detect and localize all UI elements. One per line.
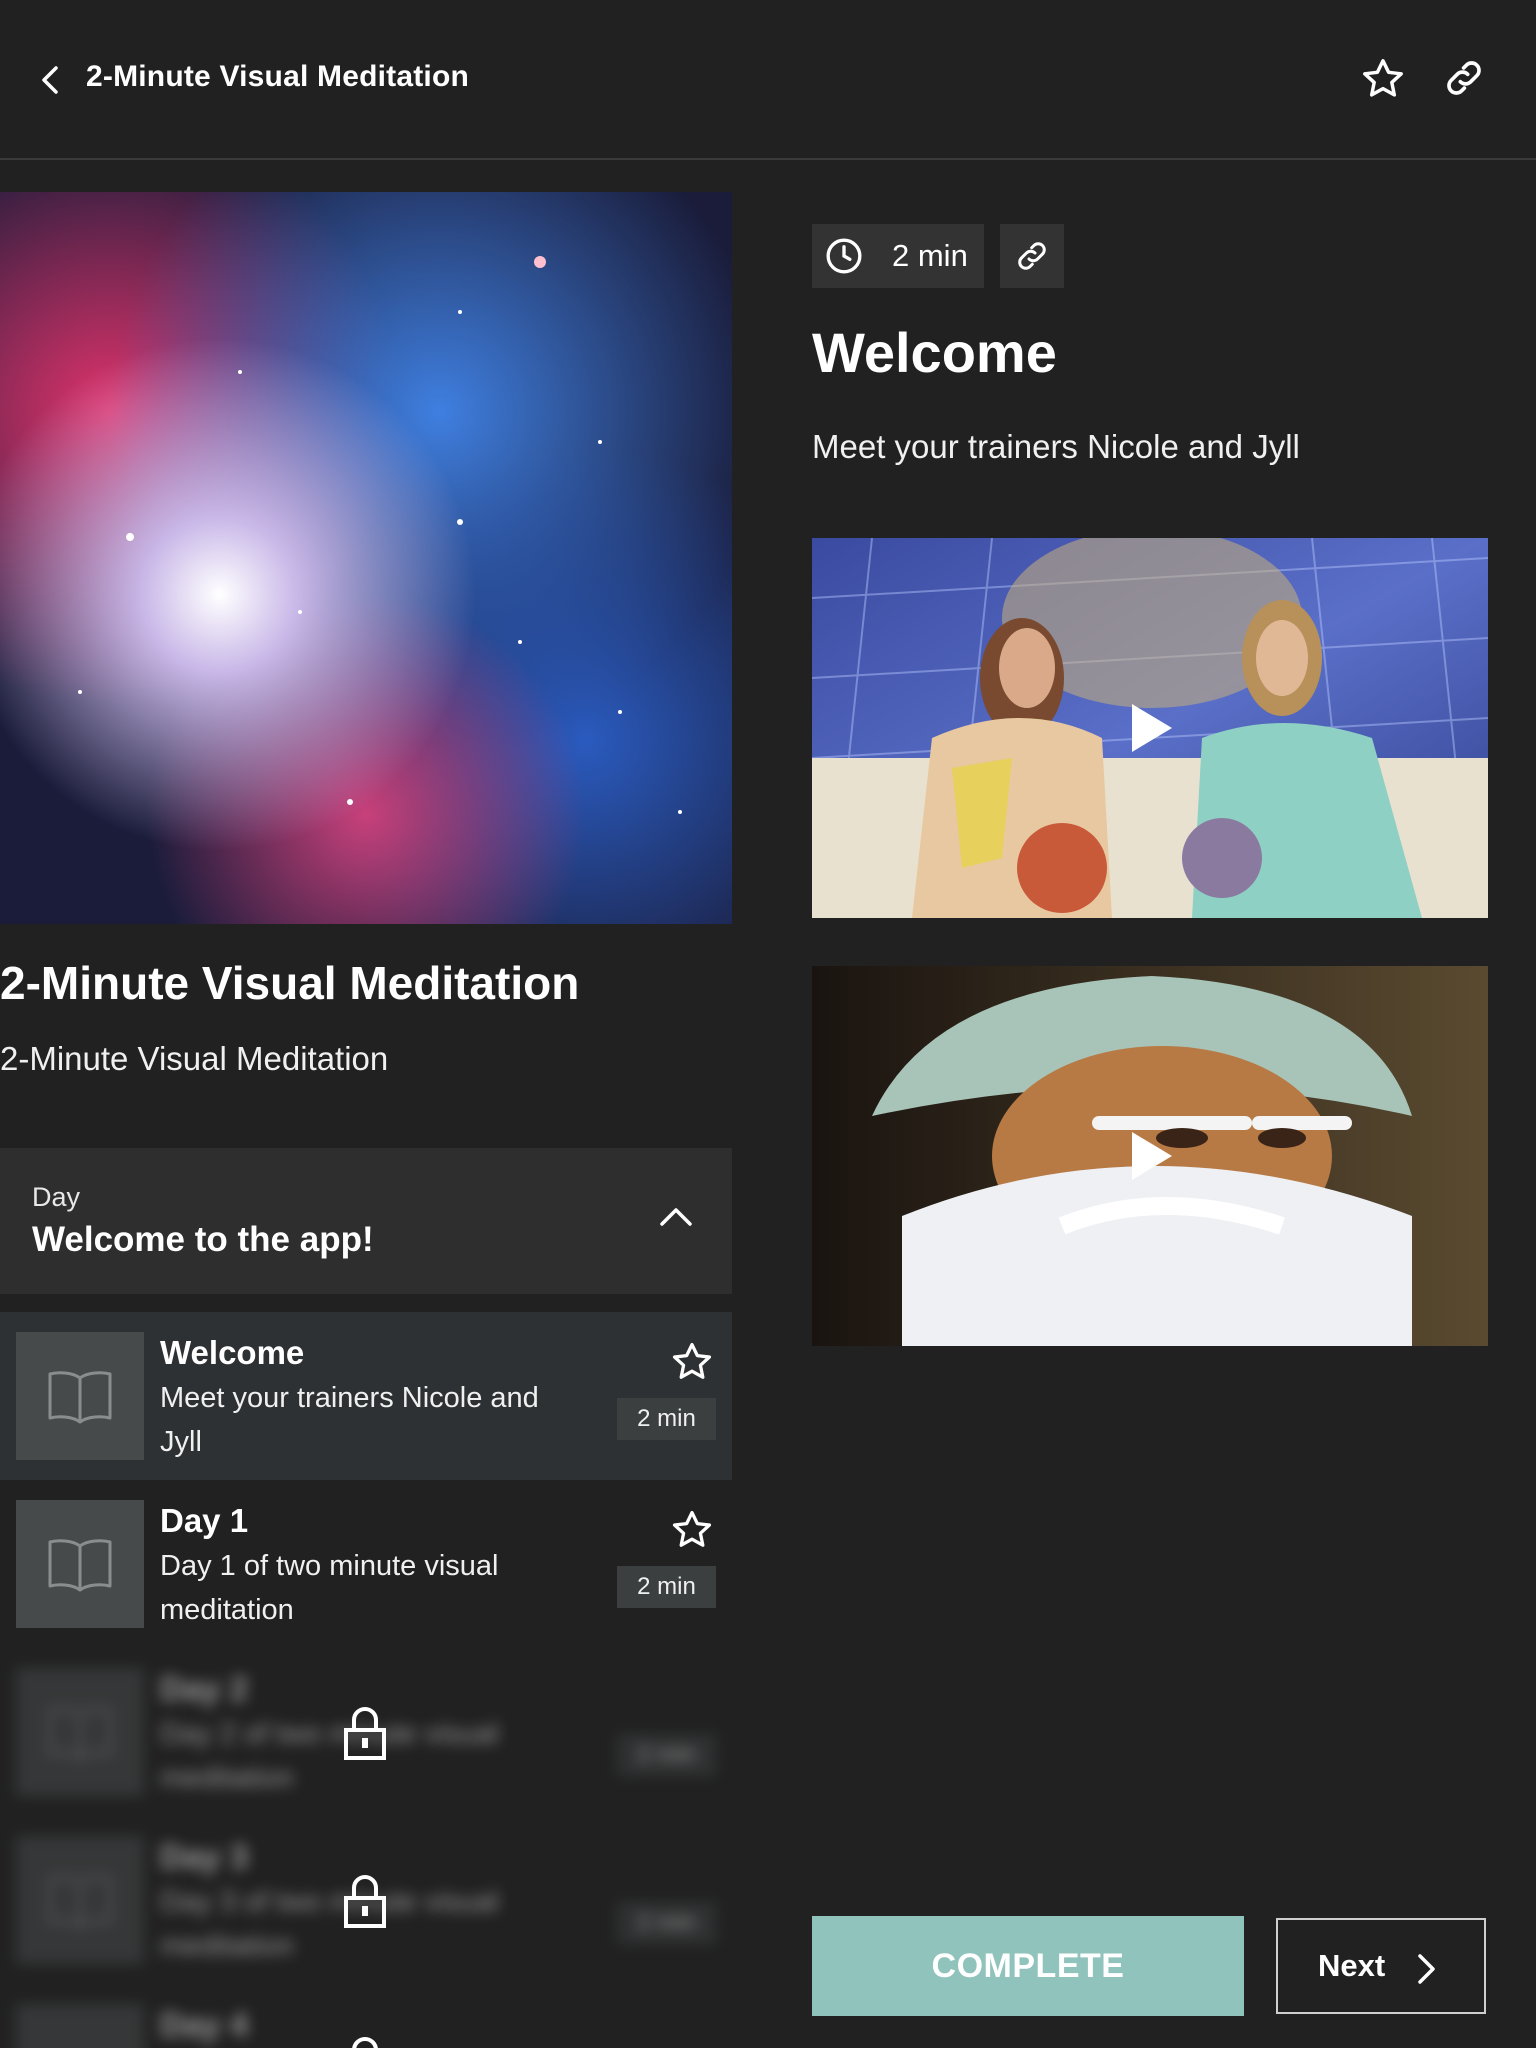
lock-icon xyxy=(342,2036,388,2048)
star-outline-icon xyxy=(672,1342,712,1379)
book-icon xyxy=(48,1371,112,1424)
share-link-button[interactable] xyxy=(1442,56,1486,100)
favorite-button[interactable] xyxy=(1360,56,1406,102)
header-title: 2-Minute Visual Meditation xyxy=(86,60,470,93)
program-title: 2-Minute Visual Meditation xyxy=(0,957,580,1009)
book-icon xyxy=(48,1539,112,1592)
lesson-item-day-4-locked[interactable]: Day 4 xyxy=(0,1984,732,2048)
lesson-detail-subtitle: Meet your trainers Nicole and Jyll xyxy=(812,428,1300,465)
lesson-description: Day 1 of two minute visual meditation xyxy=(160,1550,499,1626)
next-button[interactable]: Next xyxy=(1276,1918,1486,2014)
lesson-favorite-button[interactable] xyxy=(670,1340,714,1384)
top-bar: 2-Minute Visual Meditation xyxy=(0,0,1536,160)
lesson-duration-badge: 2 min xyxy=(617,1566,716,1608)
lesson-item-welcome[interactable]: Welcome Meet your trainers Nicole and Jy… xyxy=(0,1312,732,1480)
link-icon xyxy=(1447,61,1481,95)
star-outline-icon xyxy=(672,1510,712,1547)
lesson-item-day-1[interactable]: Day 1 Day 1 of two minute visual meditat… xyxy=(0,1480,732,1648)
video-player-sage[interactable] xyxy=(812,966,1488,1346)
day-label: Day xyxy=(32,1182,81,1212)
day-title: Welcome to the app! xyxy=(32,1220,374,1259)
lesson-item-day-2-locked[interactable]: Day 2 Day 2 of two minute visual meditat… xyxy=(0,1648,732,1816)
complete-button[interactable]: COMPLETE xyxy=(812,1916,1244,2016)
lesson-title: Day 2 xyxy=(160,1670,249,1707)
program-cover-image xyxy=(0,192,732,924)
lock-icon xyxy=(342,1706,388,1760)
lesson-title: Welcome xyxy=(160,1334,305,1371)
lesson-title: Day 1 xyxy=(160,1502,249,1539)
lesson-thumbnail xyxy=(16,1668,144,1796)
play-icon[interactable] xyxy=(1128,702,1174,754)
program-subtitle: 2-Minute Visual Meditation xyxy=(0,1040,389,1077)
book-icon xyxy=(48,1707,112,1760)
duration-text: 2 min xyxy=(892,238,968,273)
lesson-link-button[interactable] xyxy=(1000,224,1064,288)
book-icon xyxy=(48,1875,112,1928)
chevron-left-icon xyxy=(42,66,58,94)
chevron-up-icon[interactable] xyxy=(658,1204,694,1228)
day-section-header[interactable]: Day Welcome to the app! xyxy=(0,1148,732,1294)
play-icon[interactable] xyxy=(1128,1130,1174,1182)
lesson-duration-badge: 2 min xyxy=(617,1734,716,1776)
lesson-description: Meet your trainers Nicole and Jyll xyxy=(160,1382,539,1458)
lesson-thumbnail xyxy=(16,1500,144,1628)
lesson-duration-badge: 2 min xyxy=(617,1398,716,1440)
lesson-title: Day 4 xyxy=(160,2006,249,2043)
lesson-item-day-3-locked[interactable]: Day 3 Day 3 of two minute visual meditat… xyxy=(0,1816,732,1984)
lesson-duration-badge: 2 min xyxy=(617,1902,716,1944)
clock-icon xyxy=(826,238,862,274)
lesson-thumbnail xyxy=(16,1332,144,1460)
lock-icon xyxy=(342,1874,388,1928)
lesson-thumbnail xyxy=(16,2004,144,2048)
duration-badge: 2 min xyxy=(812,224,984,288)
next-label: Next xyxy=(1318,1948,1386,1983)
link-icon xyxy=(1018,242,1046,270)
back-button[interactable] xyxy=(36,62,66,98)
lesson-favorite-button[interactable] xyxy=(670,1508,714,1552)
chevron-right-icon xyxy=(1418,1954,1435,1984)
lesson-thumbnail xyxy=(16,1836,144,1964)
video-player-trainers[interactable] xyxy=(812,538,1488,918)
lesson-detail-title: Welcome xyxy=(812,321,1057,384)
star-outline-icon xyxy=(1363,59,1403,97)
lesson-title: Day 3 xyxy=(160,1838,249,1875)
